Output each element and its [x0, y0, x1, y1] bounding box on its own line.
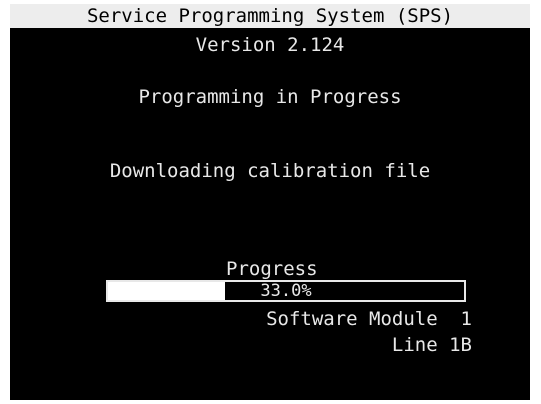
- progress-bar: 33.0%: [106, 280, 466, 302]
- progress-percent: 33.0%: [260, 281, 312, 301]
- software-module-label: Software Module 1: [266, 308, 472, 330]
- progress-label: Progress: [226, 258, 318, 280]
- status-heading: Programming in Progress: [138, 86, 402, 108]
- window-title: Service Programming System (SPS): [10, 4, 530, 28]
- version-label: Version 2.124: [195, 34, 345, 56]
- frame: Service Programming System (SPS) Version…: [0, 0, 541, 404]
- task-description: Downloading calibration file: [109, 160, 431, 182]
- line-identifier: Line 1B: [391, 334, 472, 356]
- sps-screen: Service Programming System (SPS) Version…: [10, 4, 530, 400]
